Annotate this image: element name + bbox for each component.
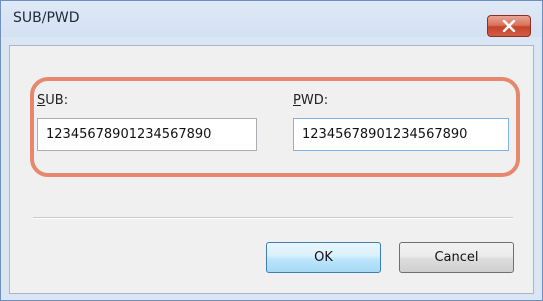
sub-label: SUB: [37, 93, 68, 108]
title-bar[interactable]: SUB/PWD [1, 1, 542, 37]
pwd-label-text: WD: [300, 93, 329, 108]
close-button[interactable] [487, 15, 531, 37]
window-title: SUB/PWD [13, 10, 80, 26]
close-icon [502, 20, 516, 32]
ok-button[interactable]: OK [266, 242, 381, 273]
pwd-label-accesskey: P [293, 93, 301, 108]
dialog-window: SUB/PWD SUB: 12345678901234567890 PWD: 1… [0, 0, 543, 301]
sub-label-text: UB: [45, 93, 69, 108]
cancel-button[interactable]: Cancel [399, 242, 514, 273]
sub-input[interactable]: 12345678901234567890 [37, 118, 257, 151]
pwd-label: PWD: [293, 93, 328, 108]
dialog-client-area: SUB: 12345678901234567890 PWD: 123456789… [9, 45, 534, 294]
separator-line [33, 217, 513, 219]
pwd-input[interactable]: 12345678901234567890 [293, 118, 509, 151]
